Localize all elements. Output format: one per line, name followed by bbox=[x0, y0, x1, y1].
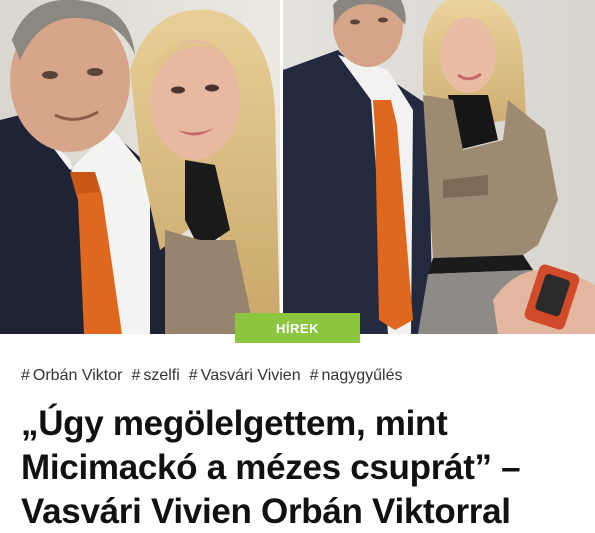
tag-label: nagygyűlés bbox=[321, 367, 403, 384]
tag-szelfi[interactable]: # szelfi bbox=[131, 367, 179, 385]
standing-photo bbox=[283, 0, 595, 334]
tag-orban-viktor[interactable]: # Orbán Viktor bbox=[21, 367, 122, 385]
article-page: HÍREK # Orbán Viktor # szelfi # Vasvári Viv… bbox=[0, 0, 595, 533]
tag-hash: # bbox=[21, 367, 30, 384]
article-hero-image[interactable] bbox=[0, 0, 595, 334]
category-badge[interactable]: HÍREK bbox=[235, 313, 360, 343]
tag-nagygyules[interactable]: # nagygyűlés bbox=[310, 367, 403, 385]
tag-hash: # bbox=[188, 367, 198, 384]
tag-label: Vasvári Vivien bbox=[200, 367, 301, 384]
tag-list: # Orbán Viktor # szelfi # Vasvári Vivien # n… bbox=[21, 367, 402, 385]
tag-hash: # bbox=[309, 367, 319, 384]
article-headline[interactable]: „Úgy megölelgettem, mint Micimackó a méz… bbox=[21, 402, 591, 533]
tag-label: szelfi bbox=[143, 367, 180, 384]
tag-hash: # bbox=[131, 367, 141, 384]
tag-label: Orbán Viktor bbox=[32, 367, 123, 384]
tag-vasvari-vivien[interactable]: # Vasvári Vivien bbox=[189, 367, 301, 385]
selfie-photo bbox=[0, 0, 280, 334]
